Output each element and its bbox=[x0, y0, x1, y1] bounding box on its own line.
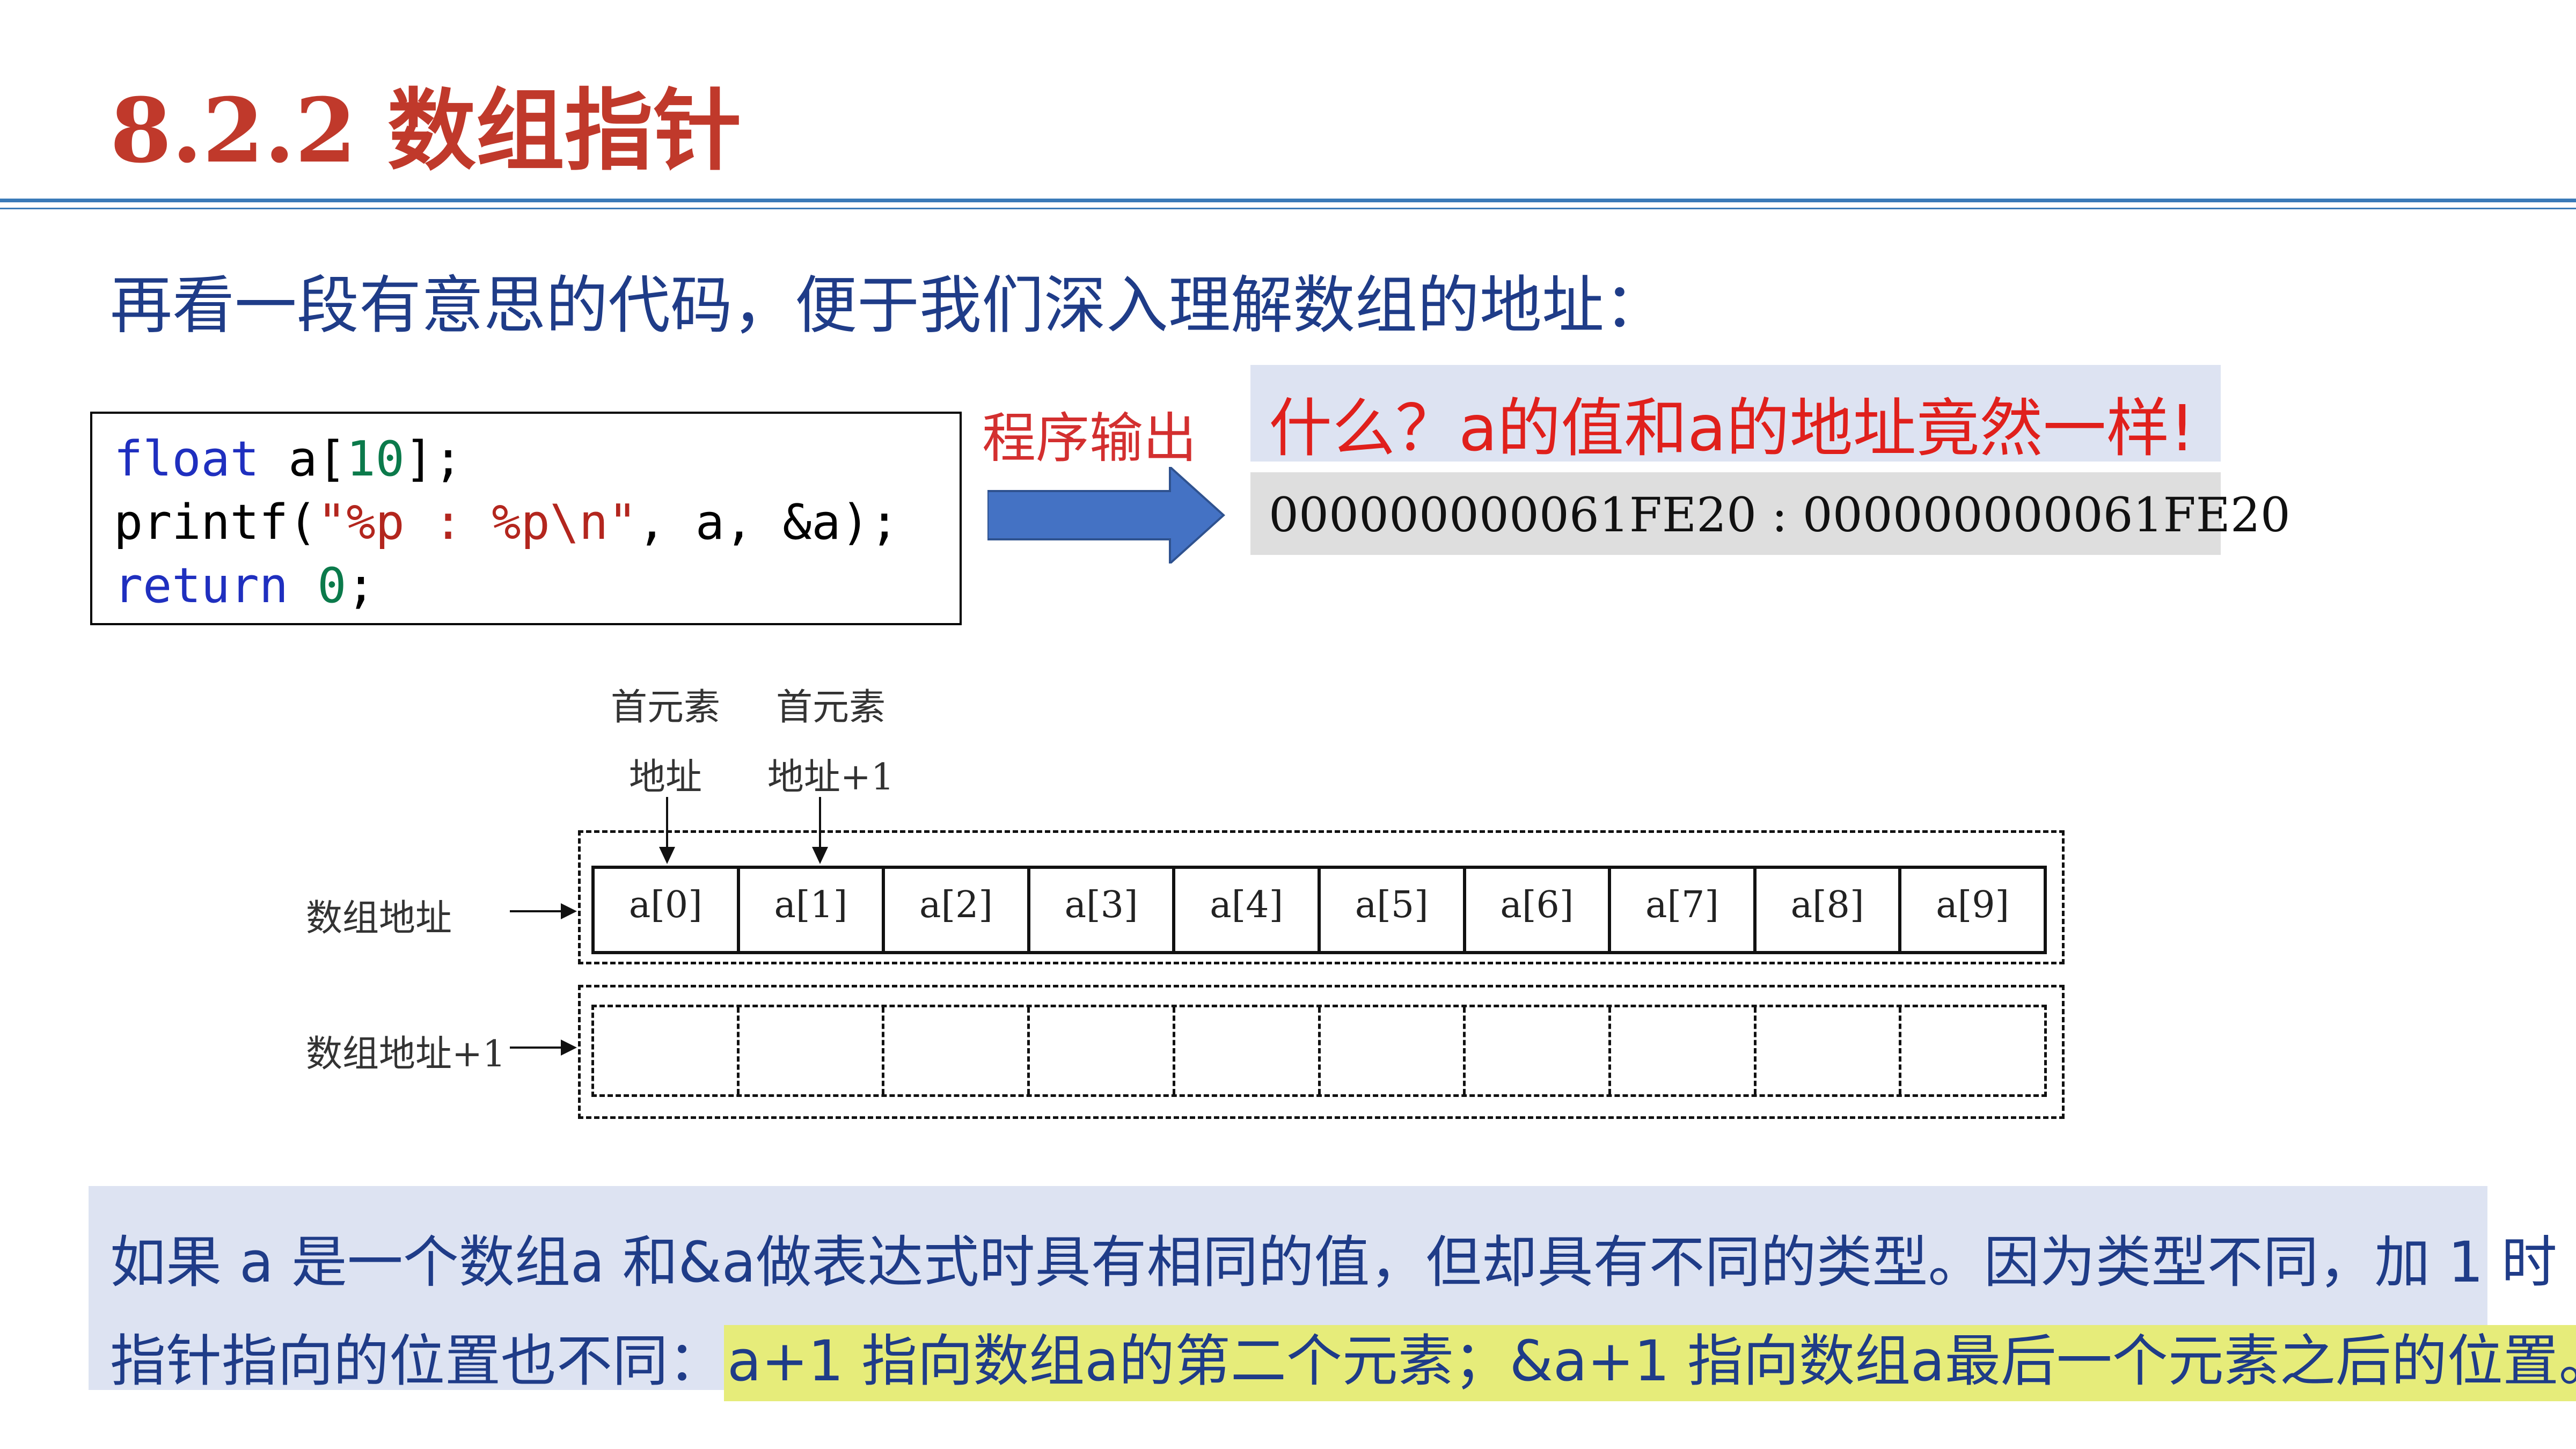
explanation-line-1: 如果 a 是一个数组a 和&a做表达式时具有相同的值，但却具有不同的类型。因为类… bbox=[110, 1230, 2557, 1295]
empty-cell bbox=[1030, 1007, 1175, 1094]
empty-cell bbox=[1175, 1007, 1321, 1094]
empty-cell bbox=[1757, 1007, 1902, 1094]
array-cell: a[0] bbox=[595, 869, 740, 951]
highlighted-text: a+1 指向数组a的第二个元素；&a+1 指向数组a最后一个元素之后的位置。 bbox=[724, 1325, 2576, 1401]
empty-cell bbox=[740, 1007, 885, 1094]
row-label-array-address-plus1: 数组地址+1 bbox=[306, 1033, 506, 1075]
explanation-text: 指针指向的位置也不同： bbox=[110, 1328, 724, 1394]
empty-cell bbox=[1321, 1007, 1466, 1094]
empty-cell bbox=[594, 1007, 740, 1094]
array-cell: a[6] bbox=[1466, 869, 1612, 951]
array-cell: a[1] bbox=[740, 869, 885, 951]
array-cell: a[2] bbox=[885, 869, 1030, 951]
array-cell: a[9] bbox=[1936, 884, 2010, 926]
right-arrow-icon bbox=[510, 1040, 577, 1056]
next-array-row bbox=[591, 1005, 2047, 1097]
array-cell: a[3] bbox=[1030, 869, 1176, 951]
empty-cell bbox=[884, 1007, 1030, 1094]
explanation-line-2: 指针指向的位置也不同：a+1 指向数组a的第二个元素；&a+1 指向数组a最后一… bbox=[110, 1312, 2576, 1410]
row-label-array-address: 数组地址 bbox=[306, 897, 452, 940]
empty-cell bbox=[1466, 1007, 1611, 1094]
empty-cell bbox=[1611, 1007, 1757, 1094]
array-cell: a[4] bbox=[1175, 869, 1321, 951]
explanation-box: 如果 a 是一个数组a 和&a做表达式时具有相同的值，但却具有不同的类型。因为类… bbox=[89, 1186, 2576, 1401]
array-cell: a[8] bbox=[1757, 869, 1902, 951]
right-arrow-icon bbox=[510, 903, 577, 919]
array-cell: a[7] bbox=[1611, 869, 1757, 951]
array-cell: a[5] bbox=[1321, 869, 1466, 951]
empty-cell bbox=[1901, 1007, 2044, 1094]
array-row: a[0] a[1] a[2] a[3] a[4] a[5] a[6] a[7] … bbox=[591, 866, 2047, 954]
